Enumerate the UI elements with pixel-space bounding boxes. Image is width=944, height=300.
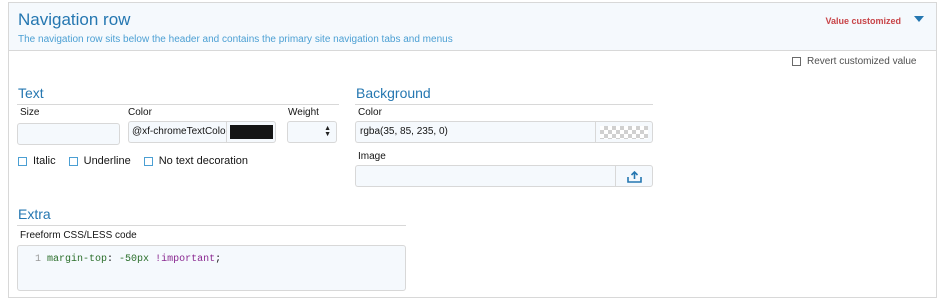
code-line[interactable]: margin-top: -50px !important;	[47, 254, 221, 265]
size-label: Size	[20, 107, 40, 118]
section-divider	[355, 104, 653, 105]
select-arrows-icon: ▲ ▼	[324, 125, 331, 138]
color-swatch-preview	[230, 125, 273, 139]
text-decoration-options: Italic Underline No text decoration	[18, 155, 261, 167]
transparent-swatch-preview	[600, 126, 648, 139]
background-color-input[interactable]: rgba(35, 85, 235, 0)	[355, 121, 595, 143]
revert-customized-checkbox[interactable]: Revert customized value	[792, 56, 917, 67]
code-property: margin-top	[47, 254, 108, 265]
code-value: -50px	[119, 254, 150, 265]
section-title-text: Text	[18, 85, 44, 101]
editor-gutter	[18, 246, 44, 290]
revert-label: Revert customized value	[807, 56, 917, 67]
caret-down-icon[interactable]	[914, 15, 924, 25]
panel-description: The navigation row sits below the header…	[18, 34, 453, 45]
upload-image-button[interactable]	[615, 165, 653, 187]
italic-label: Italic	[33, 155, 56, 167]
line-number: 1	[35, 254, 42, 265]
text-color-input[interactable]: @xf-chromeTextColor	[128, 121, 226, 143]
upload-icon	[627, 170, 642, 183]
section-title-extra: Extra	[18, 206, 51, 222]
checkbox-icon[interactable]	[792, 57, 801, 66]
checkbox-icon[interactable]	[143, 156, 153, 166]
color-label: Color	[128, 107, 152, 118]
code-colon: :	[107, 254, 120, 265]
text-color-swatch[interactable]	[226, 121, 276, 143]
panel-title: Navigation row	[18, 10, 131, 29]
no-text-decoration-checkbox[interactable]: No text decoration	[143, 155, 248, 167]
weight-select[interactable]: ▲ ▼	[287, 121, 337, 143]
value-customized-badge: Value customized	[825, 16, 901, 26]
checkbox-icon[interactable]	[68, 156, 78, 166]
background-image-label: Image	[358, 151, 386, 162]
code-semicolon: ;	[215, 254, 222, 265]
background-image-input[interactable]	[355, 165, 615, 187]
code-important: !important	[155, 254, 216, 265]
underline-label: Underline	[83, 155, 131, 167]
size-input[interactable]	[17, 123, 120, 145]
section-divider	[17, 104, 339, 105]
italic-checkbox[interactable]: Italic	[18, 155, 56, 167]
underline-checkbox[interactable]: Underline	[68, 155, 131, 167]
checkbox-icon[interactable]	[18, 156, 27, 166]
weight-label: Weight	[288, 107, 319, 118]
no-text-decoration-label: No text decoration	[158, 155, 248, 167]
css-code-editor[interactable]: 1 margin-top: -50px !important;	[17, 245, 406, 291]
freeform-css-label: Freeform CSS/LESS code	[20, 230, 137, 241]
background-color-swatch[interactable]	[595, 121, 653, 143]
section-divider	[17, 225, 406, 226]
panel-header: Navigation row The navigation row sits b…	[9, 3, 936, 51]
section-title-background: Background	[356, 85, 431, 101]
background-color-label: Color	[358, 107, 382, 118]
